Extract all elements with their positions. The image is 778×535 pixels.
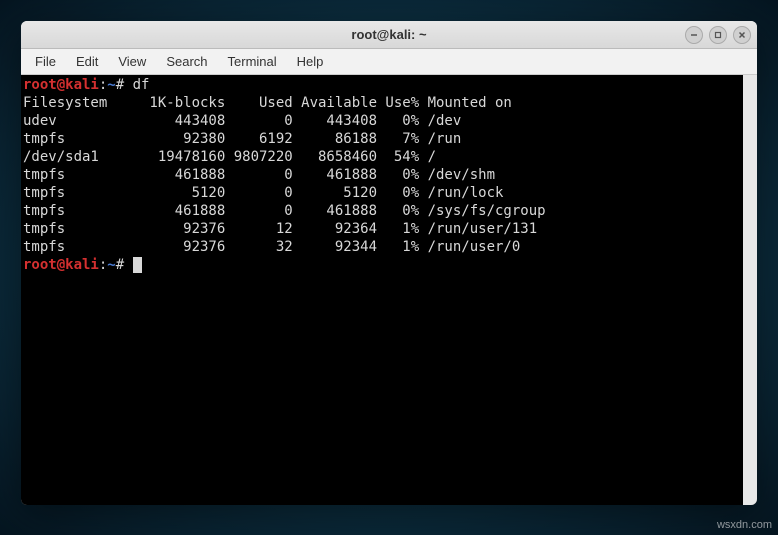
df-row: /dev/sda1 19478160 9807220 8658460 54% / (23, 149, 436, 165)
maximize-icon (714, 31, 722, 39)
prompt-user: root@kali (23, 77, 99, 93)
scrollbar[interactable] (743, 75, 757, 505)
terminal-window: root@kali: ~ File Edit View Search Termi… (21, 21, 757, 505)
df-row: tmpfs 92376 32 92344 1% /run/user/0 (23, 239, 520, 255)
window-controls (685, 26, 751, 44)
titlebar: root@kali: ~ (21, 21, 757, 49)
cursor (133, 257, 142, 273)
menu-file[interactable]: File (25, 51, 66, 72)
df-row: tmpfs 5120 0 5120 0% /run/lock (23, 185, 503, 201)
maximize-button[interactable] (709, 26, 727, 44)
menubar: File Edit View Search Terminal Help (21, 49, 757, 75)
prompt-path: ~ (107, 77, 115, 93)
menu-terminal[interactable]: Terminal (218, 51, 287, 72)
prompt-hash: # (116, 77, 133, 93)
df-row: tmpfs 461888 0 461888 0% /sys/fs/cgroup (23, 203, 546, 219)
df-row: udev 443408 0 443408 0% /dev (23, 113, 461, 129)
df-row: tmpfs 92380 6192 86188 7% /run (23, 131, 461, 147)
command: df (133, 77, 150, 93)
minimize-button[interactable] (685, 26, 703, 44)
close-button[interactable] (733, 26, 751, 44)
df-header: Filesystem 1K-blocks Used Available Use%… (23, 95, 512, 111)
prompt-user: root@kali (23, 257, 99, 273)
menu-search[interactable]: Search (156, 51, 217, 72)
window-title: root@kali: ~ (351, 27, 426, 42)
prompt-path: ~ (107, 257, 115, 273)
menu-help[interactable]: Help (287, 51, 334, 72)
watermark: wsxdn.com (717, 519, 772, 531)
minimize-icon (690, 31, 698, 39)
df-row: tmpfs 92376 12 92364 1% /run/user/131 (23, 221, 537, 237)
menu-view[interactable]: View (108, 51, 156, 72)
menu-edit[interactable]: Edit (66, 51, 108, 72)
terminal-area[interactable]: root@kali:~# df Filesystem 1K-blocks Use… (21, 75, 757, 505)
prompt-hash: # (116, 257, 133, 273)
terminal-content: root@kali:~# df Filesystem 1K-blocks Use… (22, 76, 756, 274)
close-icon (738, 31, 746, 39)
df-row: tmpfs 461888 0 461888 0% /dev/shm (23, 167, 495, 183)
